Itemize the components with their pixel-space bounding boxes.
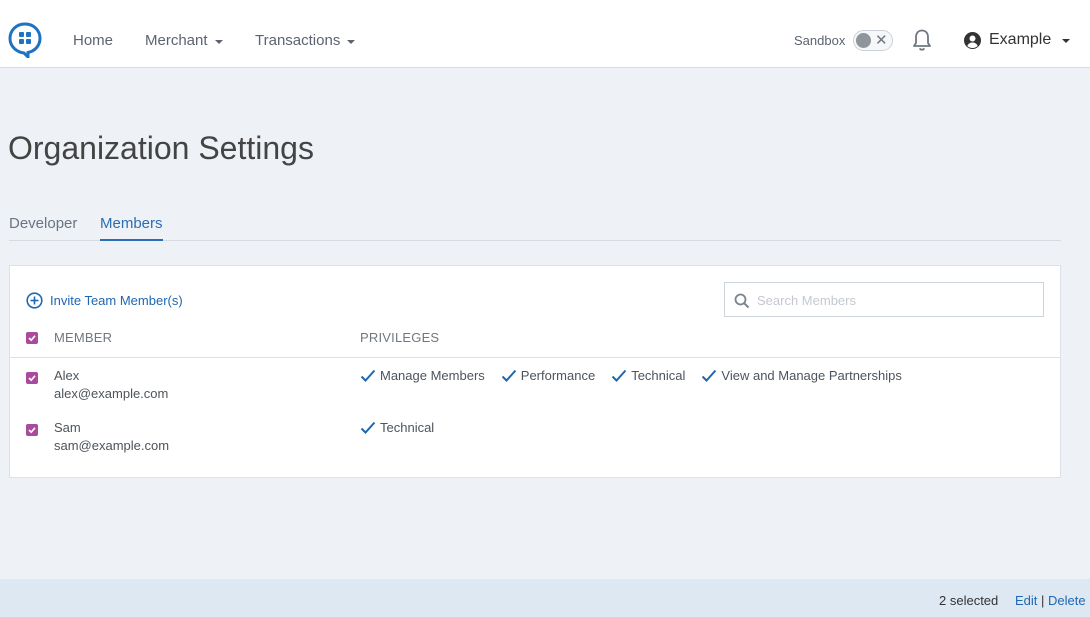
top-navbar: Home Merchant Transactions Sandbox ✕ Exa… <box>0 0 1090 68</box>
check-icon <box>501 369 517 382</box>
nav-transactions-label: Transactions <box>255 32 341 49</box>
sandbox-label: Sandbox <box>794 33 846 48</box>
user-menu[interactable]: Example <box>964 31 1071 49</box>
search-icon <box>734 293 750 309</box>
check-icon <box>28 375 36 382</box>
user-circle-icon <box>964 31 981 49</box>
member-name: Sam <box>54 420 81 435</box>
column-header-member: MEMBER <box>54 330 113 345</box>
privilege-item: Performance <box>501 368 595 383</box>
search-members-input[interactable] <box>757 291 1037 309</box>
nav-home-label: Home <box>73 32 114 49</box>
check-icon <box>360 421 376 434</box>
edit-button[interactable]: Edit <box>1015 593 1037 608</box>
header-divider <box>10 357 1060 358</box>
member-name: Alex <box>54 368 80 383</box>
footer-separator: | <box>1041 593 1045 608</box>
search-box <box>724 282 1044 317</box>
selected-count: 2 selected <box>939 593 999 608</box>
toggle-knob <box>856 33 871 48</box>
row-checkbox-alex[interactable] <box>26 372 38 384</box>
sandbox-toggle[interactable]: ✕ <box>853 30 893 51</box>
check-icon <box>28 427 36 434</box>
privilege-label: Technical <box>631 368 686 383</box>
row-checkbox-sam[interactable] <box>26 424 38 436</box>
tab-developer[interactable]: Developer <box>9 215 77 241</box>
privilege-item: Manage Members <box>360 368 485 383</box>
select-all-checkbox[interactable] <box>26 332 38 344</box>
nav-transactions-dropdown[interactable]: Transactions <box>255 32 356 49</box>
privilege-item: View and Manage Partnerships <box>701 368 902 383</box>
members-card: Invite Team Member(s) MEMBER PRIVILEGES … <box>9 265 1061 478</box>
privilege-label: View and Manage Partnerships <box>721 368 902 383</box>
privilege-label: Technical <box>380 420 435 435</box>
plus-circle-icon <box>26 292 43 309</box>
close-icon: ✕ <box>875 32 888 49</box>
privilege-label: Manage Members <box>380 368 485 383</box>
check-icon <box>611 369 627 382</box>
nav-home[interactable]: Home <box>73 32 113 49</box>
user-name: Example <box>989 31 1052 48</box>
delete-button[interactable]: Delete <box>1048 593 1086 608</box>
column-header-privileges: PRIVILEGES <box>360 330 440 345</box>
selection-footer: 2 selected Edit | Delete <box>0 579 1090 617</box>
chevron-down-icon <box>1062 39 1071 43</box>
invite-team-member-button[interactable]: Invite Team Member(s) <box>26 292 183 309</box>
check-icon <box>360 369 376 382</box>
nav-merchant-dropdown[interactable]: Merchant <box>145 32 223 49</box>
bell-icon[interactable] <box>911 28 933 52</box>
nav-merchant-label: Merchant <box>145 32 208 49</box>
page-title: Organization Settings <box>8 130 314 166</box>
privilege-item: Technical <box>611 368 685 383</box>
member-email: alex@example.com <box>54 386 169 401</box>
settings-tabs: Developer Members <box>9 215 1061 241</box>
privileges-list: Manage Members Performance Technical Vie… <box>360 368 902 383</box>
check-icon <box>28 335 36 342</box>
tab-members[interactable]: Members <box>100 215 163 241</box>
chevron-down-icon <box>347 39 356 44</box>
chevron-down-icon <box>214 39 223 44</box>
privileges-list: Technical <box>360 420 434 435</box>
logo-icon[interactable] <box>8 22 42 58</box>
privilege-label: Performance <box>520 368 596 383</box>
check-icon <box>702 369 717 382</box>
member-email: sam@example.com <box>54 438 170 453</box>
privilege-item: Technical <box>360 420 434 435</box>
invite-label: Invite Team Member(s) <box>50 293 183 308</box>
